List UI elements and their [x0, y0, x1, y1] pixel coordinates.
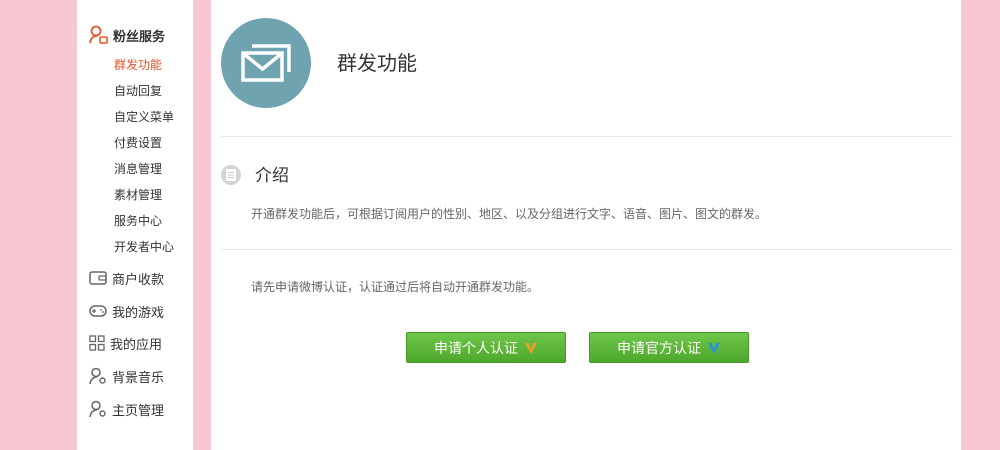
document-icon: [221, 165, 241, 185]
paw-icon: [831, 346, 861, 377]
button-label: 申请个人认证: [434, 340, 518, 357]
sidebar-item-developer-center[interactable]: 开发者中心: [114, 234, 174, 260]
apply-official-verification-button[interactable]: 申请官方认证: [589, 332, 749, 363]
page-title: 群发功能: [337, 51, 417, 75]
sidebar-item-service-center[interactable]: 服务中心: [114, 208, 174, 234]
intro-description: 开通群发功能后，可根据订阅用户的性别、地区、以及分组进行文字、语音、图片、图文的…: [251, 207, 768, 221]
person-gear-icon: [89, 400, 106, 418]
sidebar-item-label: 我的游戏: [112, 305, 165, 321]
sidebar-header-label: 粉丝服务: [113, 29, 166, 45]
person-gear-icon: [89, 367, 106, 385]
sidebar: 粉丝服务 群发功能 自动回复 自定义菜单 付费设置 消息管理 素材管理 服务中心…: [77, 0, 193, 450]
sidebar-item-label: 主页管理: [112, 403, 165, 419]
fans-service-menu: 群发功能 自动回复 自定义菜单 付费设置 消息管理 素材管理 服务中心 开发者中…: [114, 52, 174, 260]
divider: [221, 249, 953, 250]
sidebar-item-auto-reply[interactable]: 自动回复: [114, 78, 174, 104]
sidebar-item-material-management[interactable]: 素材管理: [114, 182, 174, 208]
grid-icon: [89, 335, 105, 351]
wallet-icon: [89, 271, 107, 285]
sidebar-item-payment-settings[interactable]: 付费设置: [114, 130, 174, 156]
gamepad-icon: [89, 305, 107, 317]
sidebar-item-label: 商户收款: [112, 272, 165, 288]
verification-notice: 请先申请微博认证，认证通过后将自动开通群发功能。: [251, 280, 540, 294]
sidebar-item-my-games[interactable]: 我的游戏: [89, 300, 164, 322]
sidebar-item-background-music[interactable]: 背景音乐: [89, 365, 164, 387]
sidebar-item-label: 背景音乐: [112, 370, 165, 386]
sidebar-item-homepage-management[interactable]: 主页管理: [89, 398, 164, 420]
intro-heading: 介绍: [255, 166, 289, 186]
apply-personal-verification-button[interactable]: 申请个人认证: [406, 332, 566, 363]
sidebar-item-merchant-payment[interactable]: 商户收款: [89, 267, 164, 289]
v-badge-orange-icon: [525, 342, 537, 354]
sidebar-item-message-management[interactable]: 消息管理: [114, 156, 174, 182]
sidebar-item-label: 我的应用: [110, 337, 163, 353]
divider: [221, 136, 953, 137]
envelope-icon: [221, 18, 311, 108]
sidebar-header-fans-service[interactable]: 粉丝服务: [89, 24, 165, 46]
v-badge-blue-icon: [708, 342, 720, 354]
sidebar-item-my-apps[interactable]: 我的应用: [89, 332, 162, 354]
watermark-url: jingyan.baidu.com: [766, 402, 886, 417]
person-icon: [89, 25, 108, 44]
button-label: 申请官方认证: [617, 340, 701, 357]
sidebar-item-mass-send[interactable]: 群发功能: [114, 52, 174, 78]
baidu-jingyan-watermark: Baidu经验 jingyan.baidu.com: [762, 346, 955, 430]
sidebar-item-custom-menu[interactable]: 自定义菜单: [114, 104, 174, 130]
